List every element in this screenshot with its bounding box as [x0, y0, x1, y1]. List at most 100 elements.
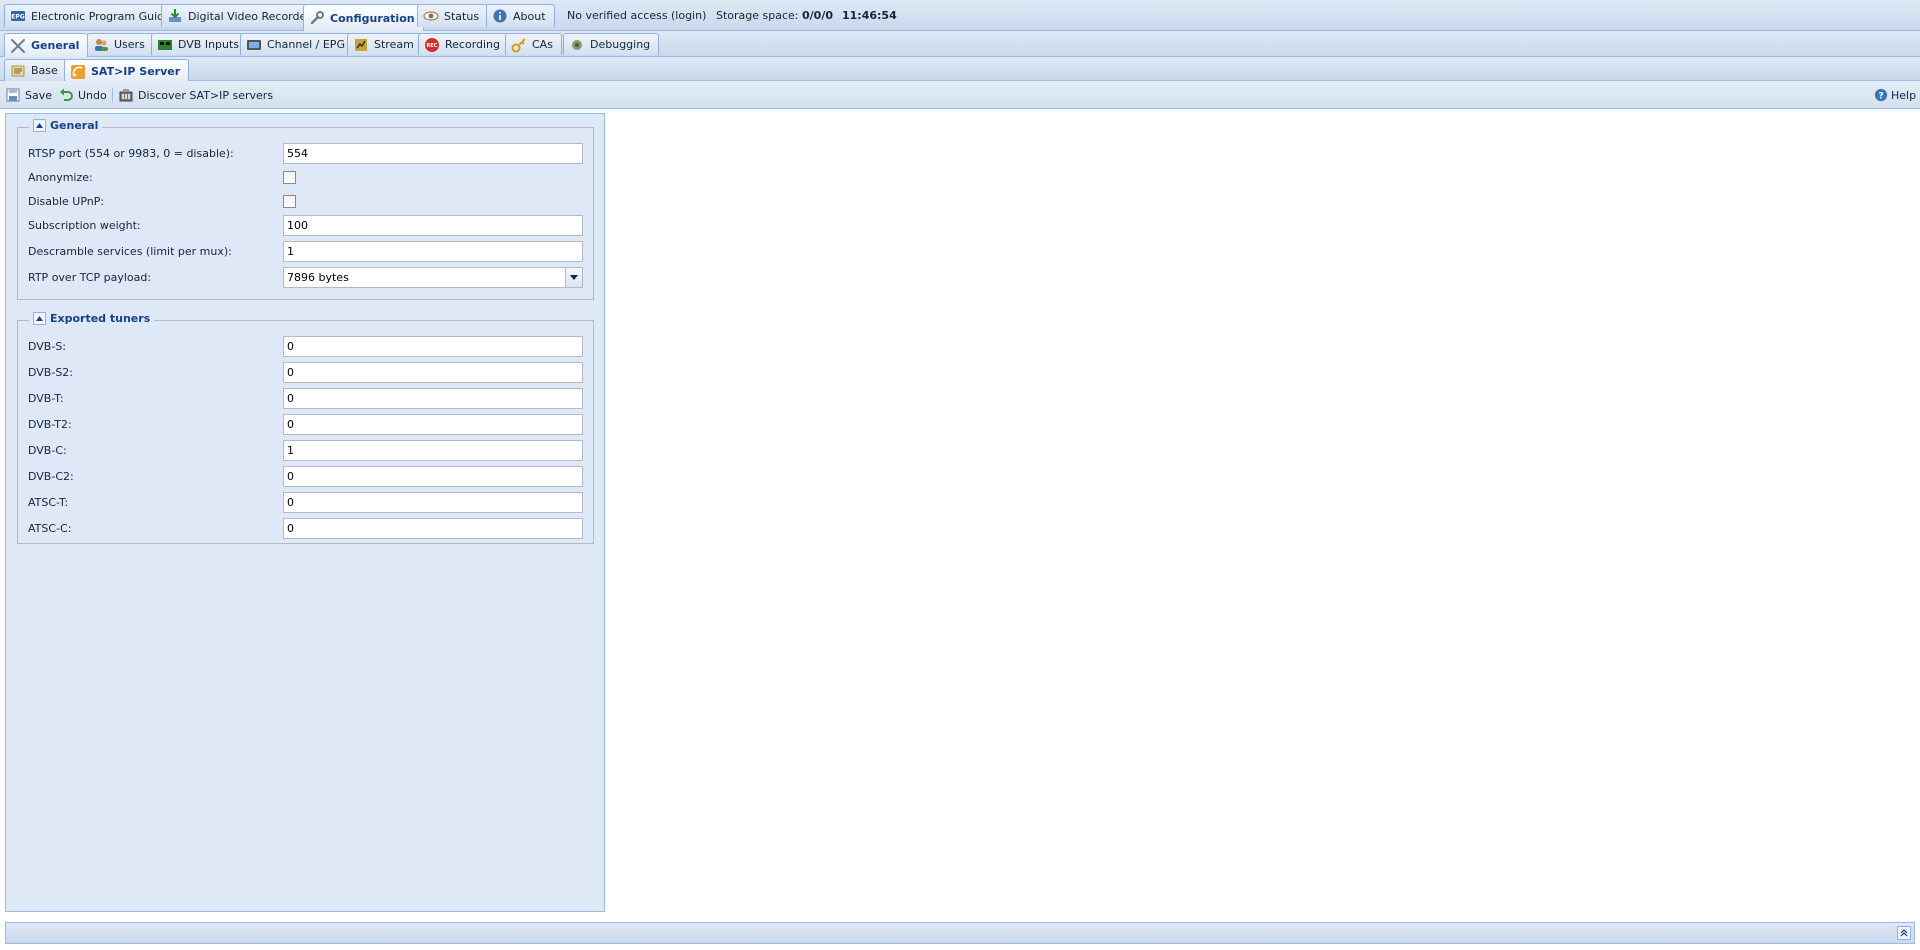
tab-epg[interactable]: EPG Electronic Program Guide	[4, 4, 180, 27]
dvb-c2-input[interactable]	[283, 466, 583, 487]
tab-users[interactable]: Users	[87, 33, 154, 55]
help-label: Help	[1891, 88, 1917, 102]
epg-icon: EPG	[10, 8, 26, 24]
tab-label: Users	[114, 38, 145, 51]
tab-label: Recording	[445, 38, 501, 51]
collapse-tuners-button[interactable]	[33, 312, 46, 325]
rec-icon: REC	[424, 37, 440, 53]
undo-icon	[58, 87, 74, 103]
stream-icon	[353, 37, 369, 53]
tab-cas[interactable]: CAs	[505, 33, 562, 55]
tab-dvr[interactable]: Digital Video Recorder	[161, 4, 320, 27]
disable-upnp-label: Disable UPnP:	[28, 195, 105, 208]
tab-dvb-inputs[interactable]: DVB Inputs	[151, 33, 249, 55]
rtp-tcp-select[interactable]: 7896 bytes	[283, 267, 583, 288]
storage-space: Storage space: 0/0/0	[716, 9, 833, 22]
base-icon	[10, 63, 26, 79]
chevron-up-icon	[36, 316, 43, 321]
tab-base[interactable]: Base	[4, 59, 67, 81]
login-link[interactable]: (login)	[671, 9, 706, 22]
collapse-general-button[interactable]	[33, 119, 46, 132]
network-icon	[118, 87, 134, 103]
dvb-card-icon	[157, 37, 173, 53]
expand-log-button[interactable]	[1897, 926, 1911, 940]
double-chevron-up-icon	[1900, 929, 1908, 937]
discover-satip-button[interactable]: Discover SAT>IP servers	[118, 86, 273, 104]
discover-label: Discover SAT>IP servers	[138, 88, 274, 102]
anonymize-row: Anonymize:	[28, 167, 588, 189]
rtsp-port-row: RTSP port (554 or 9983, 0 = disable):	[28, 143, 588, 165]
sub-tab-bar: Base SAT>IP Server	[0, 57, 1920, 83]
select-trigger[interactable]	[565, 268, 582, 287]
access-status: No verified access	[567, 9, 668, 22]
tuner-label: DVB-C2:	[28, 470, 74, 483]
dvb-t-input[interactable]	[283, 388, 583, 409]
tuner-label: ATSC-C:	[28, 522, 72, 535]
toolbar-separator	[112, 88, 113, 102]
descramble-label: Descramble services (limit per mux):	[28, 245, 232, 258]
bug-icon	[569, 37, 585, 53]
tab-label: Configuration	[330, 11, 415, 25]
tv-icon	[246, 37, 262, 53]
tab-satip-server[interactable]: SAT>IP Server	[64, 59, 190, 83]
tab-label: SAT>IP Server	[91, 65, 181, 78]
tab-channel-epg[interactable]: Channel / EPG	[240, 33, 354, 55]
tab-configuration[interactable]: Configuration	[303, 4, 424, 31]
dvb-c-input[interactable]	[283, 440, 583, 461]
tab-general[interactable]: General	[4, 33, 89, 57]
info-icon	[492, 8, 508, 24]
eye-icon	[423, 8, 439, 24]
rtp-tcp-label: RTP over TCP payload:	[28, 271, 152, 284]
tuner-row-dvb-c2: DVB-C2:	[28, 466, 588, 488]
tab-recording[interactable]: REC Recording	[418, 33, 510, 55]
dvb-t2-input[interactable]	[283, 414, 583, 435]
anonymize-checkbox[interactable]	[283, 171, 296, 184]
tab-label: DVB Inputs	[178, 38, 240, 51]
storage-label: Storage space:	[716, 9, 799, 22]
tuners-legend-title: Exported tuners	[50, 312, 151, 325]
tab-label: Base	[31, 64, 58, 77]
tab-label: About	[513, 9, 546, 23]
tuner-label: DVB-C:	[28, 444, 67, 457]
descramble-input[interactable]	[283, 241, 583, 262]
tuner-row-atsc-c: ATSC-C:	[28, 518, 588, 540]
atsc-c-input[interactable]	[283, 518, 583, 539]
tab-stream[interactable]: Stream	[347, 33, 423, 55]
tuner-row-dvb-c: DVB-C:	[28, 440, 588, 462]
rtsp-port-input[interactable]	[283, 143, 583, 164]
dvb-s-input[interactable]	[283, 336, 583, 357]
disable-upnp-checkbox[interactable]	[283, 195, 296, 208]
chevron-down-icon	[570, 275, 578, 280]
svg-text:REC: REC	[427, 43, 438, 49]
help-icon: ?	[1873, 87, 1889, 103]
undo-button[interactable]: Undo	[58, 86, 107, 104]
subscription-weight-row: Subscription weight:	[28, 215, 588, 237]
tuner-row-dvb-s2: DVB-S2:	[28, 362, 588, 384]
tab-about[interactable]: About	[486, 4, 555, 27]
tuner-label: DVB-S2:	[28, 366, 74, 379]
tuner-label: DVB-S:	[28, 340, 67, 353]
tab-debugging[interactable]: Debugging	[563, 33, 660, 55]
exported-tuners-fieldset: Exported tuners DVB-S: DVB-S2: DVB-T: DV…	[17, 312, 594, 544]
tab-label: Channel / EPG	[267, 38, 345, 51]
satip-icon	[70, 64, 86, 80]
tab-label: Status	[444, 9, 480, 23]
dvb-s2-input[interactable]	[283, 362, 583, 383]
form-toolbar: Save Undo Discover SAT>IP servers ? Help	[0, 81, 1920, 109]
tuner-row-dvb-s: DVB-S:	[28, 336, 588, 358]
tab-label: CAs	[532, 38, 553, 51]
anonymize-label: Anonymize:	[28, 171, 93, 184]
general-legend: General	[29, 119, 103, 132]
tuner-label: ATSC-T:	[28, 496, 69, 509]
config-tab-bar: General Users DVB Inputs Channel / EPG S…	[0, 31, 1920, 57]
atsc-t-input[interactable]	[283, 492, 583, 513]
tab-status[interactable]: Status	[417, 4, 489, 27]
subscription-weight-label: Subscription weight:	[28, 219, 141, 232]
help-button[interactable]: ? Help	[1873, 86, 1916, 104]
tuner-row-dvb-t2: DVB-T2:	[28, 414, 588, 436]
wrench-icon	[309, 10, 325, 26]
tab-label: Debugging	[590, 38, 651, 51]
save-button[interactable]: Save	[5, 86, 52, 104]
subscription-weight-input[interactable]	[283, 215, 583, 236]
tuners-legend: Exported tuners	[29, 312, 155, 325]
